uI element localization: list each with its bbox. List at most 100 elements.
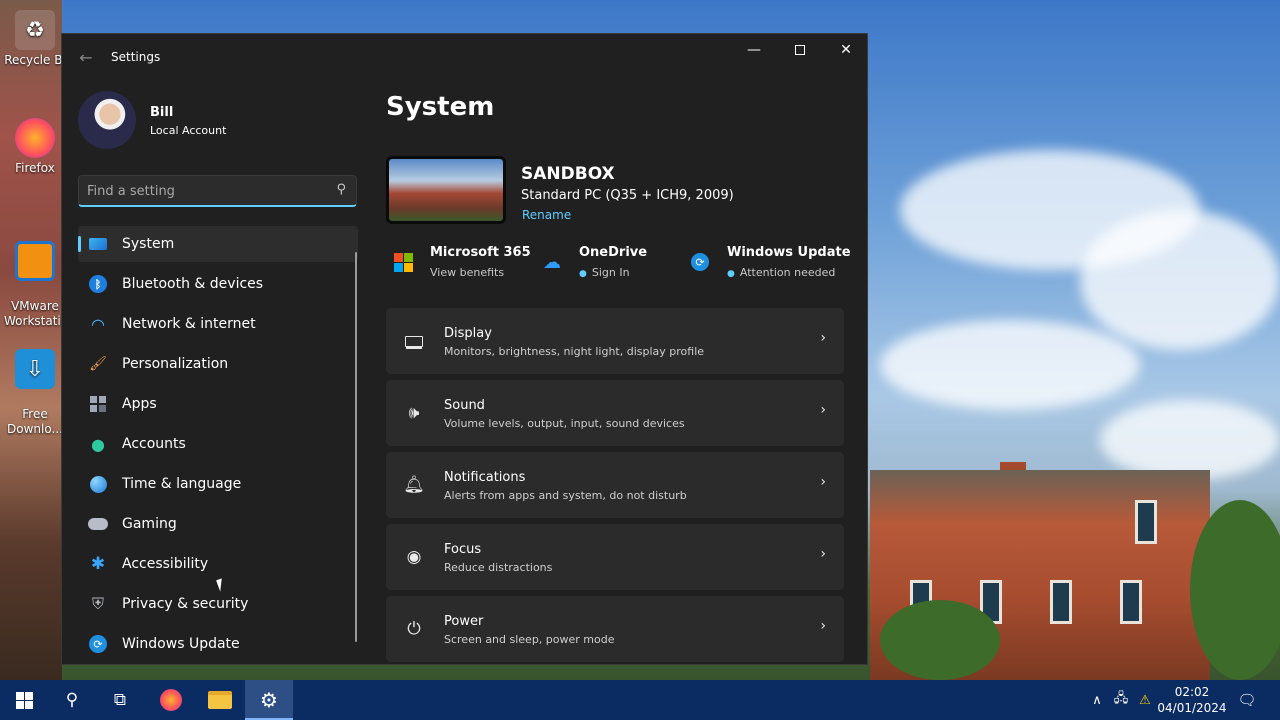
quick-link-windows-update[interactable]: ⟳ Windows Update ● Attention needed <box>689 245 851 285</box>
profile-name: Bill <box>150 105 174 120</box>
focus-icon: ◉ <box>406 547 422 567</box>
sidebar-item-system[interactable]: System <box>78 226 358 262</box>
close-button[interactable]: ✕ <box>823 34 867 66</box>
sidebar-item-accounts[interactable]: ● Accounts <box>78 426 358 462</box>
profile-account-type: Local Account <box>150 124 227 137</box>
shield-icon: ⛨ <box>91 594 104 613</box>
globe-clock-icon <box>88 474 108 494</box>
sidebar-scrollbar[interactable] <box>355 252 357 642</box>
windows-logo-icon <box>15 691 33 709</box>
sidebar-item-gaming[interactable]: Gaming <box>78 506 358 542</box>
status-dot-icon: ● <box>727 269 735 279</box>
monitor-icon <box>88 234 108 254</box>
power-icon: ⏻ <box>407 619 421 639</box>
person-icon: ● <box>91 434 105 454</box>
card-sound[interactable]: 🕪 Sound Volume levels, output, input, so… <box>386 380 844 446</box>
laptop-icon <box>402 329 426 353</box>
brush-icon: 🖌 <box>89 356 107 372</box>
clock-time: 02:02 <box>1174 685 1210 699</box>
taskbar-file-explorer[interactable] <box>196 680 244 720</box>
notification-center-icon[interactable]: 🗨 <box>1237 691 1256 709</box>
taskbar-settings[interactable]: ⚙ <box>245 680 293 720</box>
title-bar[interactable]: ← Settings — ✕ <box>62 34 867 82</box>
arrow-left-icon: ← <box>79 48 93 67</box>
clock-date: 04/01/2024 <box>1157 701 1227 715</box>
device-name: SANDBOX <box>521 164 615 184</box>
quick-link-onedrive[interactable]: ☁ OneDrive ● Sign In <box>541 245 681 285</box>
search-icon: ⚲ <box>65 690 79 710</box>
firefox-icon <box>15 118 55 158</box>
firefox-icon <box>160 689 182 711</box>
speaker-icon: 🕪 <box>408 403 420 423</box>
wallpaper-tree <box>880 600 1000 680</box>
sidebar-item-network[interactable]: ◠ Network & internet <box>78 306 358 342</box>
sidebar-item-bluetooth[interactable]: ᛒ Bluetooth & devices <box>78 266 358 302</box>
settings-cards: Display Monitors, brightness, night ligh… <box>386 308 844 664</box>
settings-window: ← Settings — ✕ Bill Local Account ⚲ Syst… <box>61 33 868 665</box>
search-box: ⚲ <box>78 175 357 207</box>
accessibility-icon: ✱ <box>90 554 106 574</box>
taskbar: ⚲ ⧉ ⚙ ∧ 🖧 ⚠ 02:02 04/01/2024 🗨 <box>0 680 1280 720</box>
gamepad-icon <box>88 514 108 534</box>
vmware-icon <box>15 241 55 281</box>
maximize-button[interactable] <box>777 34 823 66</box>
window-title: Settings <box>111 50 161 64</box>
chevron-right-icon: › <box>820 618 826 634</box>
back-button[interactable]: ← <box>74 46 98 70</box>
chevron-right-icon: › <box>820 330 826 346</box>
device-info: SANDBOX Standard PC (Q35 + ICH9, 2009) R… <box>386 156 846 228</box>
device-model: Standard PC (Q35 + ICH9, 2009) <box>521 188 734 203</box>
taskbar-firefox[interactable] <box>147 680 195 720</box>
update-icon: ⟳ <box>88 634 108 654</box>
chevron-right-icon: › <box>820 402 826 418</box>
sidebar-item-accessibility[interactable]: ✱ Accessibility <box>78 546 358 582</box>
network-icon[interactable]: 🖧 <box>1112 691 1130 709</box>
desktop-icon-recycle-bin[interactable]: ♻ Recycle Bi <box>4 10 66 68</box>
wallpaper-cloud <box>1080 210 1280 350</box>
search-input[interactable] <box>87 181 317 201</box>
quick-link-microsoft-365[interactable]: Microsoft 365 View benefits <box>392 245 532 285</box>
sidebar-item-apps[interactable]: Apps <box>78 386 358 422</box>
wallpaper-cloud <box>880 320 1140 410</box>
sidebar-item-windows-update[interactable]: ⟳ Windows Update <box>78 626 358 662</box>
desktop-icon-firefox[interactable]: Firefox <box>4 118 66 176</box>
wallpaper-tree <box>1190 500 1280 680</box>
tray-overflow-chevron-icon[interactable]: ∧ <box>1088 691 1106 709</box>
task-view-icon: ⧉ <box>113 690 127 710</box>
rename-link[interactable]: Rename <box>522 208 571 222</box>
sidebar-item-time-language[interactable]: Time & language <box>78 466 358 502</box>
avatar <box>78 91 136 149</box>
card-display[interactable]: Display Monitors, brightness, night ligh… <box>386 308 844 374</box>
device-wallpaper-thumbnail[interactable] <box>386 156 506 224</box>
start-button[interactable] <box>0 680 48 720</box>
sidebar-item-privacy-security[interactable]: ⛨ Privacy & security <box>78 586 358 622</box>
download-icon: ⇩ <box>15 349 55 389</box>
chevron-right-icon: › <box>820 546 826 562</box>
card-notifications[interactable]: 🔔︎ Notifications Alerts from apps and sy… <box>386 452 844 518</box>
recycle-bin-icon: ♻ <box>15 10 55 50</box>
taskbar-search-button[interactable]: ⚲ <box>48 680 96 720</box>
desktop-icon-vmware[interactable]: VMware Workstati... <box>4 226 72 329</box>
windows-update-icon: ⟳ <box>689 251 711 273</box>
card-focus[interactable]: ◉ Focus Reduce distractions › <box>386 524 844 590</box>
search-icon[interactable]: ⚲ <box>336 182 346 197</box>
apps-icon <box>88 394 108 414</box>
chevron-right-icon: › <box>820 474 826 490</box>
user-profile[interactable]: Bill Local Account <box>78 91 358 151</box>
sidebar-nav: System ᛒ Bluetooth & devices ◠ Network &… <box>78 226 358 664</box>
status-dot-icon: ● <box>579 269 587 279</box>
sidebar-item-personalization[interactable]: 🖌 Personalization <box>78 346 358 382</box>
page-title: System <box>386 92 495 122</box>
gear-icon: ⚙ <box>260 688 278 712</box>
bluetooth-icon: ᛒ <box>88 274 108 294</box>
onedrive-cloud-icon: ☁ <box>543 251 561 273</box>
taskbar-clock[interactable]: 02:02 04/01/2024 <box>1152 684 1232 716</box>
wifi-icon: ◠ <box>91 314 105 334</box>
close-icon: ✕ <box>840 42 852 58</box>
task-view-button[interactable]: ⧉ <box>96 680 144 720</box>
wallpaper-cloud <box>1100 400 1280 480</box>
card-power[interactable]: ⏻ Power Screen and sleep, power mode › <box>386 596 844 662</box>
microsoft-logo-icon <box>392 251 414 273</box>
minimize-button[interactable]: — <box>731 34 777 66</box>
desktop-icon-free-download[interactable]: ⇩ Free Downlo... <box>4 334 66 437</box>
